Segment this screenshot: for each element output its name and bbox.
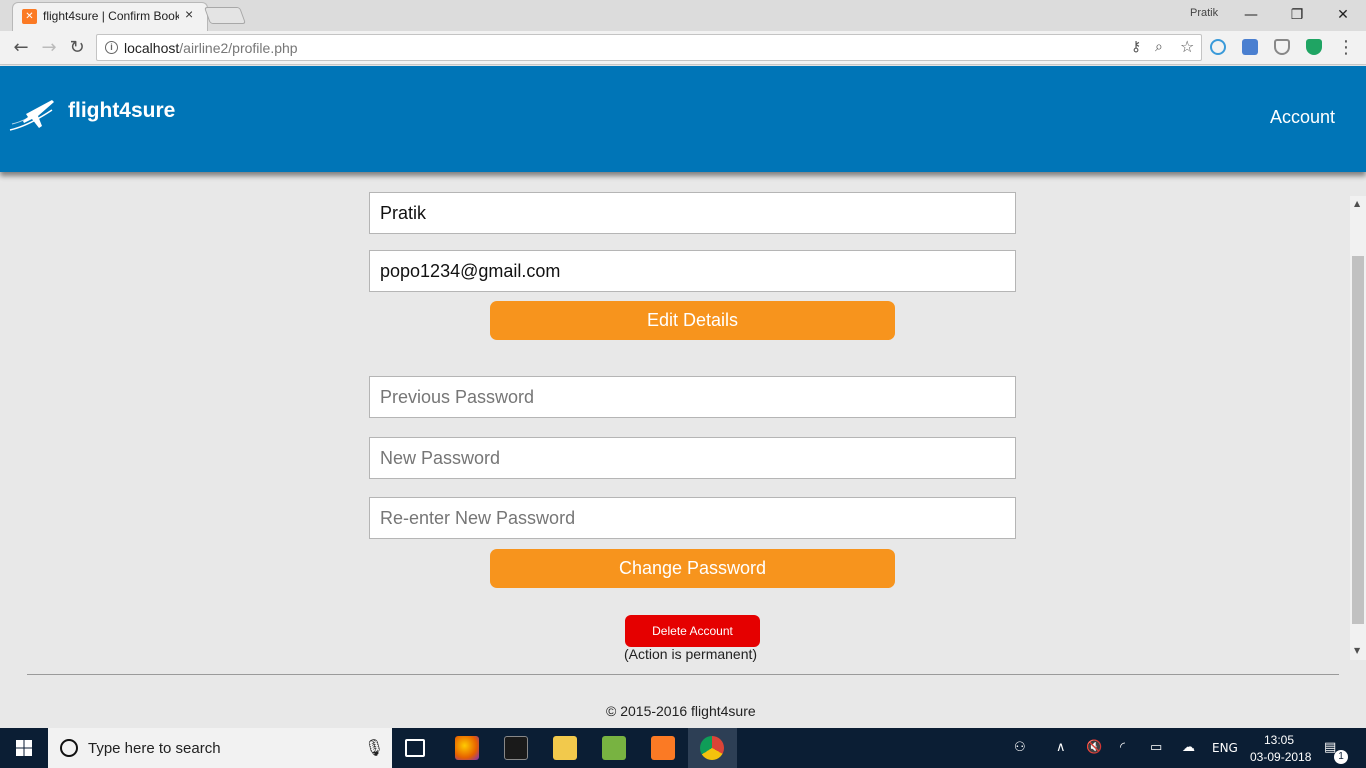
- extension-globe-icon[interactable]: [1210, 39, 1226, 55]
- new-tab-button[interactable]: [203, 7, 247, 24]
- xampp-taskbar-icon[interactable]: [651, 736, 675, 760]
- browser-tab[interactable]: ✕ flight4sure | Confirm Booking ×: [12, 2, 208, 31]
- back-icon[interactable]: ←: [9, 36, 33, 60]
- address-bar[interactable]: i localhost/airline2/profile.php ⚷ ⌕ ☆: [96, 34, 1202, 61]
- tray-chevron-icon[interactable]: ∧: [1056, 740, 1066, 755]
- notepad-taskbar-icon[interactable]: [602, 736, 626, 760]
- profile-content: Edit Details Change Password Delete Acco…: [0, 172, 1350, 662]
- reenter-password-field[interactable]: [369, 497, 1016, 539]
- clock-date[interactable]: 03-09-2018: [1250, 750, 1311, 764]
- forward-icon[interactable]: →: [37, 36, 61, 60]
- extension-security-icon[interactable]: [1306, 39, 1322, 55]
- bookmark-star-icon[interactable]: ☆: [1180, 37, 1194, 56]
- browser-titlebar: ✕ flight4sure | Confirm Booking × Pratik…: [0, 0, 1366, 31]
- name-field[interactable]: [369, 192, 1016, 234]
- footer-copyright: © 2015-2016 flight4sure: [606, 703, 756, 719]
- page-scrollbar[interactable]: ▲ ▼: [1350, 196, 1366, 660]
- terminal-taskbar-icon[interactable]: [504, 736, 528, 760]
- firefox-taskbar-icon[interactable]: [455, 736, 479, 760]
- scroll-up-icon[interactable]: ▲: [1354, 199, 1360, 208]
- volume-muted-icon[interactable]: 🔇: [1086, 740, 1102, 755]
- edit-details-button[interactable]: Edit Details: [490, 301, 895, 340]
- info-icon[interactable]: i: [105, 41, 118, 54]
- close-window-icon[interactable]: ✕: [1320, 4, 1366, 26]
- site-header: flight4sure Account: [0, 66, 1366, 172]
- scroll-down-icon[interactable]: ▼: [1354, 646, 1360, 655]
- url-path: /airline2/profile.php: [179, 40, 298, 56]
- chrome-taskbar-slot[interactable]: [688, 728, 737, 768]
- footer-divider: [27, 674, 1339, 675]
- new-password-field[interactable]: [369, 437, 1016, 479]
- url-text[interactable]: localhost/airline2/profile.php: [124, 40, 298, 56]
- chrome-taskbar-icon[interactable]: [700, 736, 724, 760]
- email-field[interactable]: [369, 250, 1016, 292]
- clock-time[interactable]: 13:05: [1264, 733, 1294, 747]
- previous-password-field[interactable]: [369, 376, 1016, 418]
- notification-count-badge: 1: [1334, 750, 1348, 764]
- file-explorer-taskbar-icon[interactable]: [553, 736, 577, 760]
- extension-shield-icon[interactable]: [1274, 39, 1290, 55]
- reload-icon[interactable]: ↻: [65, 36, 89, 60]
- browser-toolbar: ← → ↻ i localhost/airline2/profile.php ⚷…: [0, 31, 1366, 65]
- tab-title: flight4sure | Confirm Booking: [43, 9, 179, 23]
- wifi-icon[interactable]: ◜: [1120, 740, 1125, 755]
- people-icon[interactable]: ⚇: [1014, 740, 1026, 755]
- chrome-menu-icon[interactable]: ⋮: [1334, 36, 1358, 60]
- maximize-icon[interactable]: ❐: [1274, 4, 1320, 26]
- extension-translate-icon[interactable]: [1242, 39, 1258, 55]
- cortana-icon: [60, 739, 78, 757]
- key-icon[interactable]: ⚷: [1131, 39, 1141, 55]
- windows-start-icon[interactable]: [0, 728, 48, 768]
- windows-taskbar: Type here to search 🎙 ⚇ ∧ 🔇 ◜ ▭ ☁ ENG 13…: [0, 728, 1366, 768]
- zoom-icon[interactable]: ⌕: [1155, 39, 1163, 55]
- tab-close-icon[interactable]: ×: [185, 6, 193, 22]
- url-host: localhost: [124, 40, 180, 56]
- delete-account-button[interactable]: Delete Account: [625, 615, 760, 647]
- task-view-icon[interactable]: [405, 739, 425, 757]
- nav-account-link[interactable]: Account: [1270, 107, 1335, 128]
- brand-name[interactable]: flight4sure: [68, 99, 175, 123]
- taskbar-search-placeholder: Type here to search: [88, 740, 221, 757]
- taskbar-search-box[interactable]: Type here to search 🎙: [48, 728, 392, 768]
- plane-logo-icon[interactable]: [8, 96, 56, 134]
- profile-name[interactable]: Pratik: [1190, 7, 1218, 19]
- xampp-favicon-icon: ✕: [22, 9, 37, 24]
- language-indicator[interactable]: ENG: [1212, 741, 1238, 755]
- delete-warning-text: (Action is permanent): [624, 646, 758, 662]
- onedrive-icon[interactable]: ☁: [1182, 740, 1195, 755]
- battery-icon[interactable]: ▭: [1150, 740, 1162, 755]
- minimize-icon[interactable]: —: [1228, 4, 1274, 26]
- change-password-button[interactable]: Change Password: [490, 549, 895, 588]
- microphone-icon[interactable]: 🎙: [364, 738, 384, 757]
- scrollbar-thumb[interactable]: [1352, 256, 1364, 624]
